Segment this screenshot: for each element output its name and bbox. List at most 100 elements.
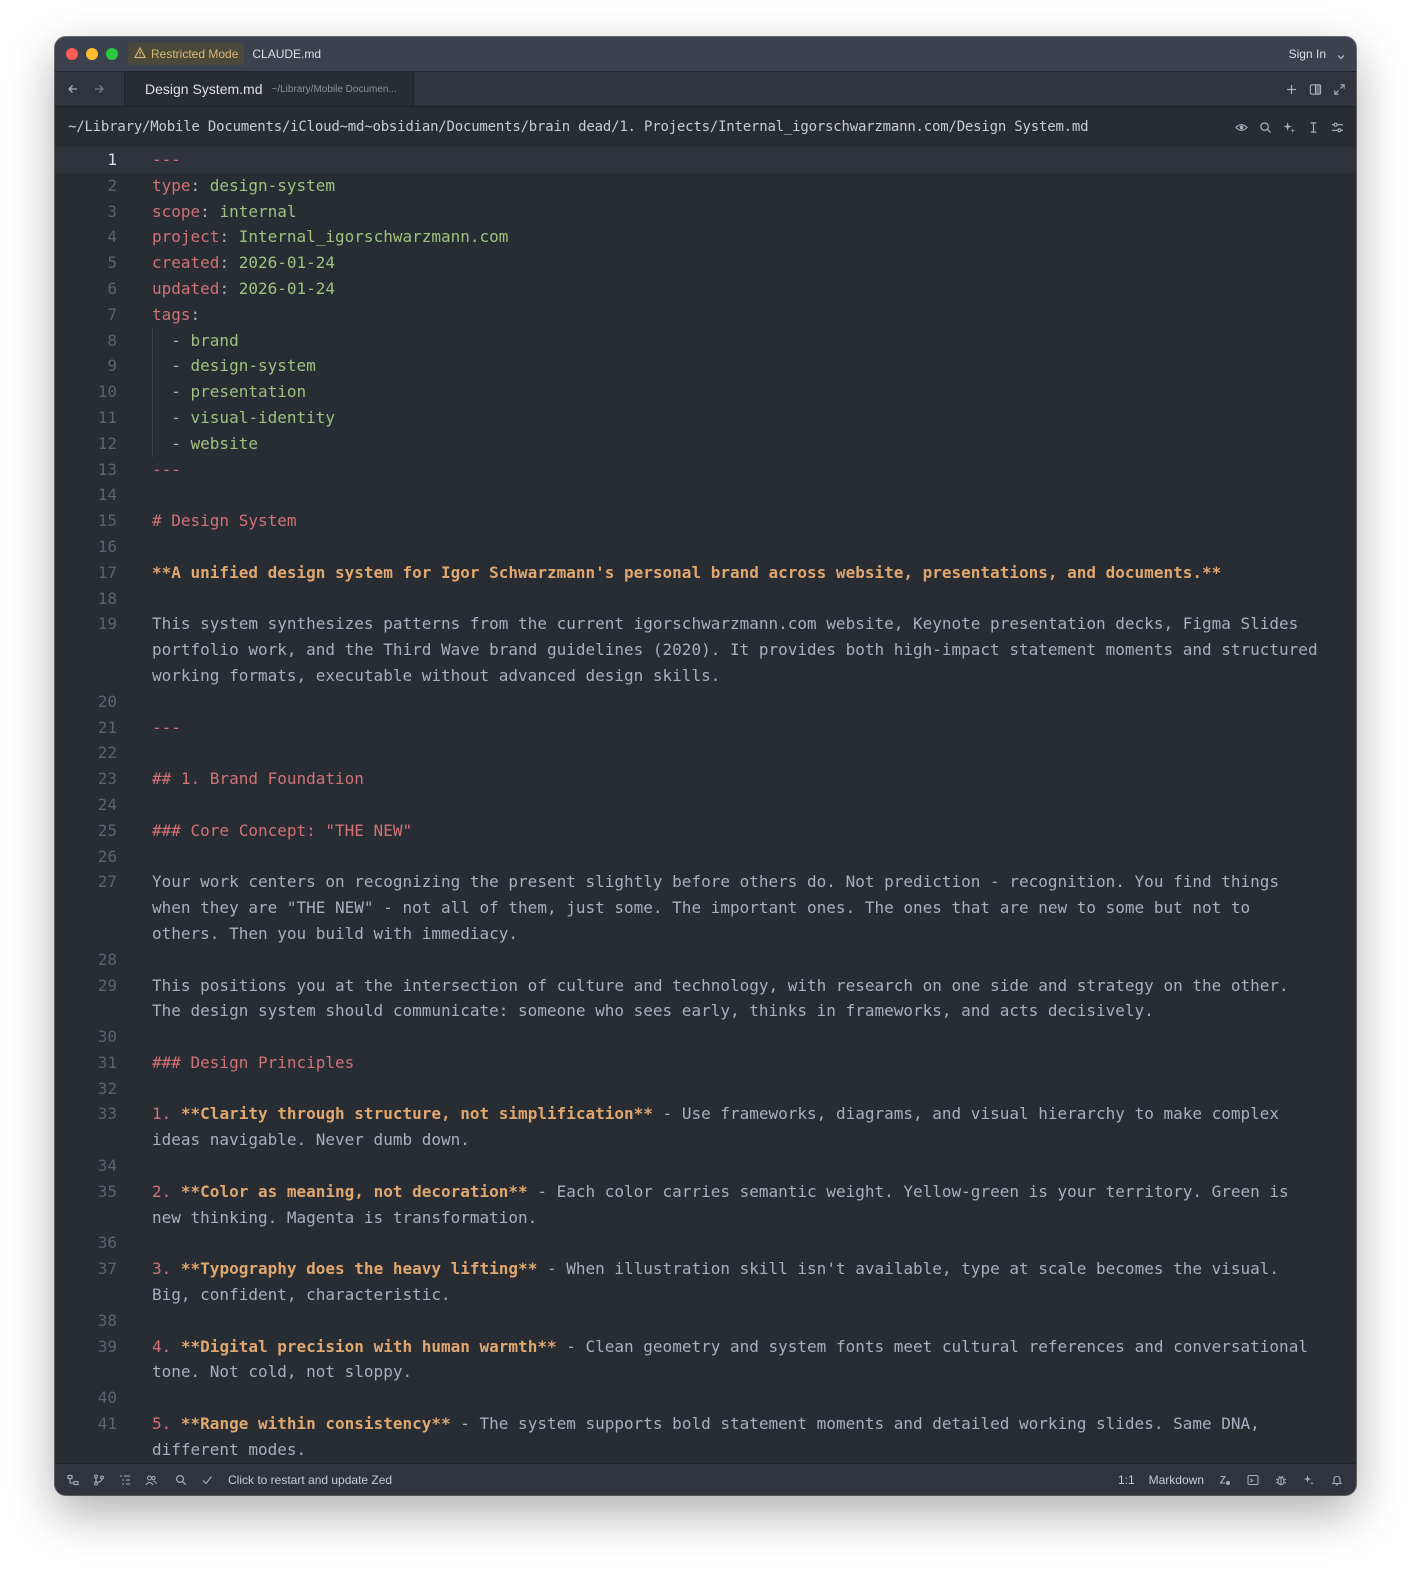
editor-line[interactable]: 8 - brand [55,327,1356,354]
chevron-down-icon[interactable] [1336,49,1346,60]
sparkle-icon[interactable] [1282,120,1296,134]
update-message[interactable]: Click to restart and update Zed [228,1473,392,1487]
line-number[interactable]: 7 [55,302,117,328]
editor-line[interactable]: 26 ​ [55,844,1356,870]
line-number[interactable]: 15 [55,508,117,534]
sign-in-button[interactable]: Sign In [1289,47,1326,61]
editor-line[interactable]: 11 - visual-identity [55,404,1356,431]
editor-line[interactable]: 14 ​ [55,482,1356,508]
line-number[interactable]: 17 [55,560,117,586]
editor-line[interactable]: 27 Your work centers on recognizing the p… [55,869,1356,946]
line-number[interactable]: 39 [55,1334,117,1360]
line-number[interactable]: 29 [55,973,117,999]
line-number[interactable]: 22 [55,740,117,766]
editor-line[interactable]: 16 ​ [55,534,1356,560]
line-number[interactable]: 10 [55,379,117,405]
editor-line[interactable]: 32 ​ [55,1076,1356,1102]
editor-line[interactable]: 35 2. **Color as meaning, not decoration*… [55,1179,1356,1231]
editor-line[interactable]: 4 project: Internal_igorschwarzmann.com [55,224,1356,250]
editor-line[interactable]: 24 ​ [55,792,1356,818]
cursor-position[interactable]: 1:1 [1118,1473,1135,1487]
editor-line[interactable]: 9 - design-system [55,353,1356,380]
editor-line[interactable]: 13 --- [55,457,1356,483]
line-number[interactable]: 35 [55,1179,117,1205]
line-number[interactable]: 28 [55,947,117,973]
editor-line[interactable]: 28 ​ [55,947,1356,973]
editor-line[interactable]: 31 ### Design Principles [55,1050,1356,1076]
editor-line[interactable]: 30 ​ [55,1024,1356,1050]
settings-sliders-icon[interactable] [1330,120,1344,134]
line-number[interactable]: 31 [55,1050,117,1076]
editor-line[interactable]: 1 --- [55,147,1356,173]
line-number[interactable]: 4 [55,224,117,250]
collaborators-icon[interactable] [144,1473,158,1487]
line-number[interactable]: 20 [55,689,117,715]
editor-line[interactable]: 5 created: 2026-01-24 [55,250,1356,276]
project-panel-icon[interactable] [66,1473,80,1487]
tab-design-system[interactable]: Design System.md ~/Library/Mobile Docume… [124,72,414,106]
close-window-button[interactable] [66,48,78,60]
line-number[interactable]: 13 [55,457,117,483]
line-number[interactable]: 12 [55,431,117,457]
split-pane-icon[interactable] [1308,82,1322,96]
line-number[interactable]: 21 [55,715,117,741]
line-number[interactable]: 30 [55,1024,117,1050]
line-number[interactable]: 1 [55,147,117,173]
editor-line[interactable]: 19 This system synthesizes patterns from … [55,611,1356,688]
line-number[interactable]: 14 [55,482,117,508]
editor-line[interactable]: 33 1. **Clarity through structure, not si… [55,1101,1356,1153]
line-number[interactable]: 8 [55,328,117,354]
text-cursor-icon[interactable] [1306,120,1320,134]
line-number[interactable]: 33 [55,1101,117,1127]
line-number[interactable]: 18 [55,586,117,612]
line-number[interactable]: 41 [55,1411,117,1437]
editor-line[interactable]: 18 ​ [55,586,1356,612]
editor-line[interactable]: 34 ​ [55,1153,1356,1179]
line-number[interactable]: 5 [55,250,117,276]
editor-line[interactable]: 41 5. **Range within consistency** - The … [55,1411,1356,1463]
editor-line[interactable]: 25 ### Core Concept: "THE NEW" [55,818,1356,844]
line-number[interactable]: 19 [55,611,117,637]
editor-line[interactable]: 6 updated: 2026-01-24 [55,276,1356,302]
back-arrow-icon[interactable] [60,72,86,106]
plus-icon[interactable] [1284,82,1298,96]
line-number[interactable]: 11 [55,405,117,431]
line-number[interactable]: 9 [55,353,117,379]
eye-icon[interactable] [1234,120,1248,134]
line-number[interactable]: 16 [55,534,117,560]
maximize-icon[interactable] [1332,82,1346,96]
line-number[interactable]: 26 [55,844,117,870]
restricted-mode-badge[interactable]: Restricted Mode [128,43,245,65]
search-icon[interactable] [1258,120,1272,134]
git-branch-icon[interactable] [92,1473,106,1487]
editor-line[interactable]: 17 **A unified design system for Igor Sch… [55,560,1356,586]
search-icon[interactable] [174,1473,188,1487]
breadcrumb[interactable]: ~/Library/Mobile Documents/iCloud~md~obs… [68,119,1089,135]
editor-line[interactable]: 38 ​ [55,1308,1356,1334]
editor-line[interactable]: 29 This positions you at the intersection… [55,973,1356,1025]
project-name[interactable]: CLAUDE.md [252,47,321,61]
editor-line[interactable]: 23 ## 1. Brand Foundation [55,766,1356,792]
editor-line[interactable]: 37 3. **Typography does the heavy lifting… [55,1256,1356,1308]
assistant-sparkle-icon[interactable] [1302,1473,1316,1487]
edit-predictions-icon[interactable] [1218,1473,1232,1487]
language-selector[interactable]: Markdown [1149,1473,1204,1487]
editor-line[interactable]: 21 --- [55,715,1356,741]
minimize-window-button[interactable] [86,48,98,60]
editor-line[interactable]: 22 ​ [55,740,1356,766]
zoom-window-button[interactable] [106,48,118,60]
editor-line[interactable]: 15 # Design System [55,508,1356,534]
line-number[interactable]: 24 [55,792,117,818]
line-number[interactable]: 37 [55,1256,117,1282]
editor-line[interactable]: 36 ​ [55,1230,1356,1256]
forward-arrow-icon[interactable] [86,72,112,106]
line-number[interactable]: 2 [55,173,117,199]
code-editor[interactable]: 1 --- 2 type: design-system 3 scope: internal… [55,147,1356,1463]
line-number[interactable]: 25 [55,818,117,844]
editor-line[interactable]: 10 - presentation [55,379,1356,405]
terminal-icon[interactable] [1246,1473,1260,1487]
line-number[interactable]: 27 [55,869,117,895]
line-number[interactable]: 40 [55,1385,117,1411]
editor-line[interactable]: 12 - website [55,430,1356,457]
outline-icon[interactable] [118,1473,132,1487]
